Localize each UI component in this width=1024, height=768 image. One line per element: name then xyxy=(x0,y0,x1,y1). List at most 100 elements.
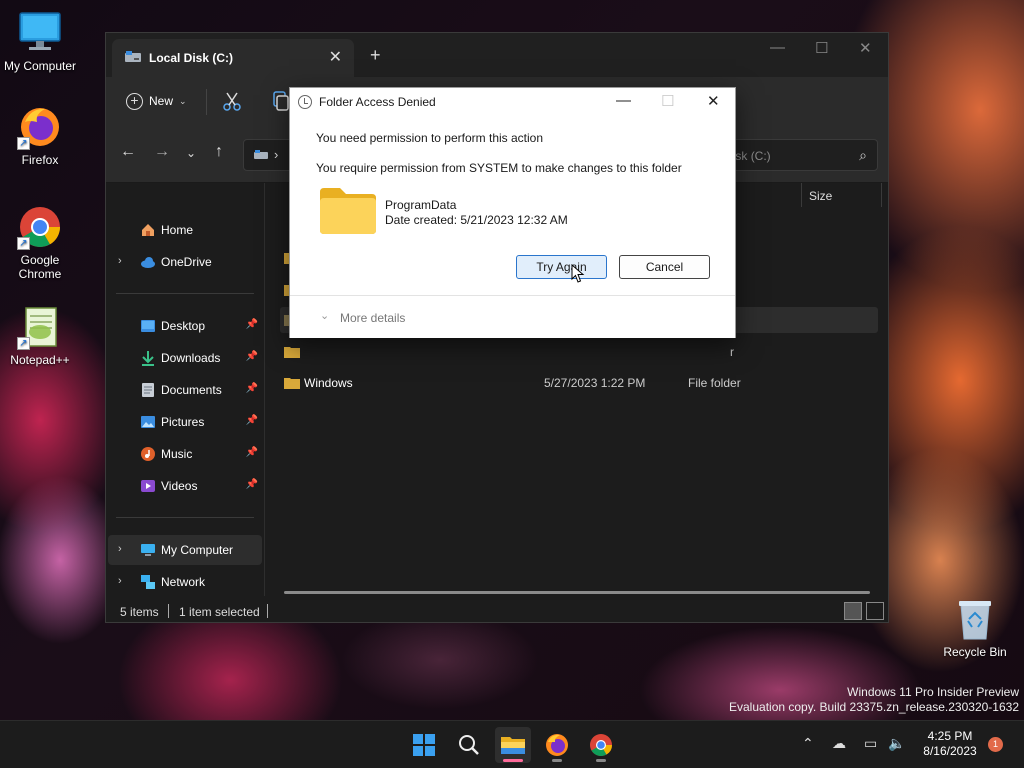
notification-badge[interactable]: 1 xyxy=(988,737,1003,752)
file-type: r xyxy=(730,345,734,359)
dialog-message: You need permission to perform this acti… xyxy=(316,131,544,145)
minimize-icon[interactable]: — xyxy=(616,92,631,109)
desktop-icon-firefox[interactable]: ↗ Firefox xyxy=(0,104,80,167)
start-button[interactable] xyxy=(406,727,442,763)
file-row[interactable]: r xyxy=(280,339,878,365)
sidebar-item-downloads[interactable]: Downloads 📌 xyxy=(108,343,262,373)
tab-local-disk[interactable]: Local Disk (C:) ✕ xyxy=(112,39,354,77)
horizontal-scrollbar[interactable] xyxy=(284,591,870,594)
desktop-icon-label: Firefox xyxy=(21,153,59,167)
pin-icon[interactable]: 📌 xyxy=(246,319,258,330)
new-button[interactable]: + New ⌄ xyxy=(126,91,187,111)
desktop-icon-notepad-plus-plus[interactable]: ↗ Notepad++ xyxy=(0,304,80,367)
sidebar-item-my-computer[interactable]: › My Computer xyxy=(108,535,262,565)
taskbar: ⌃ ☁ ▭ 🔈 4:25 PM 8/16/2023 1 xyxy=(0,720,1024,768)
drive-icon xyxy=(254,149,268,161)
system-clock[interactable]: 4:25 PM 8/16/2023 xyxy=(918,729,982,759)
recent-locations-chevron-icon[interactable]: ⌄ xyxy=(186,146,196,160)
cancel-button[interactable]: Cancel xyxy=(619,255,710,279)
dialog-title: Folder Access Denied xyxy=(319,95,436,109)
dialog-footer: ⌄ More details xyxy=(290,295,735,338)
pin-icon[interactable]: 📌 xyxy=(246,479,258,490)
up-arrow-icon[interactable]: ↑ xyxy=(215,143,223,161)
file-type: File folder xyxy=(688,376,741,390)
sidebar-item-documents[interactable]: Documents 📌 xyxy=(108,375,262,405)
network-icon[interactable]: ▭ xyxy=(864,735,877,752)
try-again-button[interactable]: Try Again xyxy=(516,255,607,279)
music-icon xyxy=(140,446,156,462)
pane-splitter[interactable] xyxy=(264,183,265,596)
start-icon xyxy=(413,734,435,756)
file-row-windows[interactable]: Windows 5/27/2023 1:22 PM File folder xyxy=(280,370,878,396)
chevron-right-icon[interactable]: › xyxy=(118,543,122,555)
volume-icon[interactable]: 🔈 xyxy=(888,735,905,752)
chevron-down-icon[interactable]: ⌄ xyxy=(320,309,329,322)
column-divider[interactable] xyxy=(881,183,882,207)
running-indicator xyxy=(596,759,606,762)
sidebar-item-label: My Computer xyxy=(161,543,234,557)
firefox-icon xyxy=(546,734,568,756)
close-icon[interactable]: ✕ xyxy=(707,92,720,110)
status-divider xyxy=(168,604,169,618)
desktop-icon-chrome[interactable]: ↗ Google Chrome xyxy=(0,204,80,281)
new-button-label: New xyxy=(149,94,174,108)
sidebar-item-onedrive[interactable]: › OneDrive xyxy=(108,247,262,277)
folder-date: Date created: 5/21/2023 12:32 AM xyxy=(385,213,568,227)
column-divider[interactable] xyxy=(801,183,802,207)
column-header-size[interactable]: Size xyxy=(809,189,832,203)
desktop-icon-my-computer[interactable]: My Computer xyxy=(0,10,80,73)
sidebar-item-network[interactable]: › Network xyxy=(108,567,262,597)
maximize-icon[interactable]: ☐ xyxy=(815,39,828,57)
taskbar-chrome[interactable] xyxy=(583,727,619,763)
forward-arrow-icon[interactable]: → xyxy=(154,143,170,161)
more-details-link[interactable]: More details xyxy=(340,311,405,325)
details-view-icon[interactable] xyxy=(844,602,862,620)
folder-icon xyxy=(284,345,300,358)
back-arrow-icon[interactable]: ← xyxy=(120,143,136,161)
chrome-icon: ↗ xyxy=(17,204,63,250)
close-window-icon[interactable]: ✕ xyxy=(859,39,872,57)
cloud-icon xyxy=(140,254,156,270)
pin-icon[interactable]: 📌 xyxy=(246,447,258,458)
pin-icon[interactable]: 📌 xyxy=(246,351,258,362)
status-divider xyxy=(267,604,268,618)
sidebar-item-label: Home xyxy=(161,223,194,237)
video-icon xyxy=(140,478,156,494)
cut-icon[interactable] xyxy=(220,89,244,113)
large-icons-view-icon[interactable] xyxy=(866,602,884,620)
desktop-icon xyxy=(140,318,156,334)
shortcut-arrow-icon: ↗ xyxy=(17,237,30,250)
new-tab-button[interactable]: + xyxy=(370,45,381,66)
close-tab-icon[interactable]: ✕ xyxy=(329,47,342,67)
chevron-right-icon[interactable]: › xyxy=(118,255,122,267)
taskbar-search-button[interactable] xyxy=(451,727,487,763)
recycle-bin-icon xyxy=(955,597,995,641)
taskbar-file-explorer[interactable] xyxy=(495,727,531,763)
dialog-submessage: You require permission from SYSTEM to ma… xyxy=(316,161,682,175)
chrome-icon xyxy=(590,734,612,756)
sidebar-item-music[interactable]: Music 📌 xyxy=(108,439,262,469)
clock-date: 8/16/2023 xyxy=(923,744,977,758)
desktop-icon-label: Google Chrome xyxy=(18,253,62,281)
clock-icon xyxy=(298,95,312,109)
sidebar-item-desktop[interactable]: Desktop 📌 xyxy=(108,311,262,341)
chevron-right-icon[interactable]: › xyxy=(118,575,122,587)
pin-icon[interactable]: 📌 xyxy=(246,415,258,426)
desktop-icon-recycle-bin[interactable]: Recycle Bin xyxy=(940,597,1010,659)
home-icon xyxy=(140,222,156,238)
shortcut-arrow-icon: ↗ xyxy=(17,337,30,350)
pointer-cursor-icon xyxy=(571,263,585,284)
taskbar-firefox[interactable] xyxy=(539,727,575,763)
sidebar-item-videos[interactable]: Videos 📌 xyxy=(108,471,262,501)
cloud-offline-icon[interactable]: ☁ xyxy=(832,735,846,752)
navigation-pane: Home › OneDrive Desktop 📌 Downloads 📌 Do… xyxy=(106,183,264,596)
minimize-icon[interactable]: — xyxy=(770,39,785,56)
sidebar-item-label: Network xyxy=(161,575,206,589)
chevron-up-icon[interactable]: ⌃ xyxy=(802,735,814,752)
sidebar-item-home[interactable]: Home xyxy=(108,215,262,245)
breadcrumb-chevron-icon[interactable]: › xyxy=(274,147,278,162)
sidebar-item-pictures[interactable]: Pictures 📌 xyxy=(108,407,262,437)
dialog-title-bar: Folder Access Denied — ☐ ✕ xyxy=(290,88,735,116)
pin-icon[interactable]: 📌 xyxy=(246,383,258,394)
chevron-down-icon: ⌄ xyxy=(179,95,187,106)
